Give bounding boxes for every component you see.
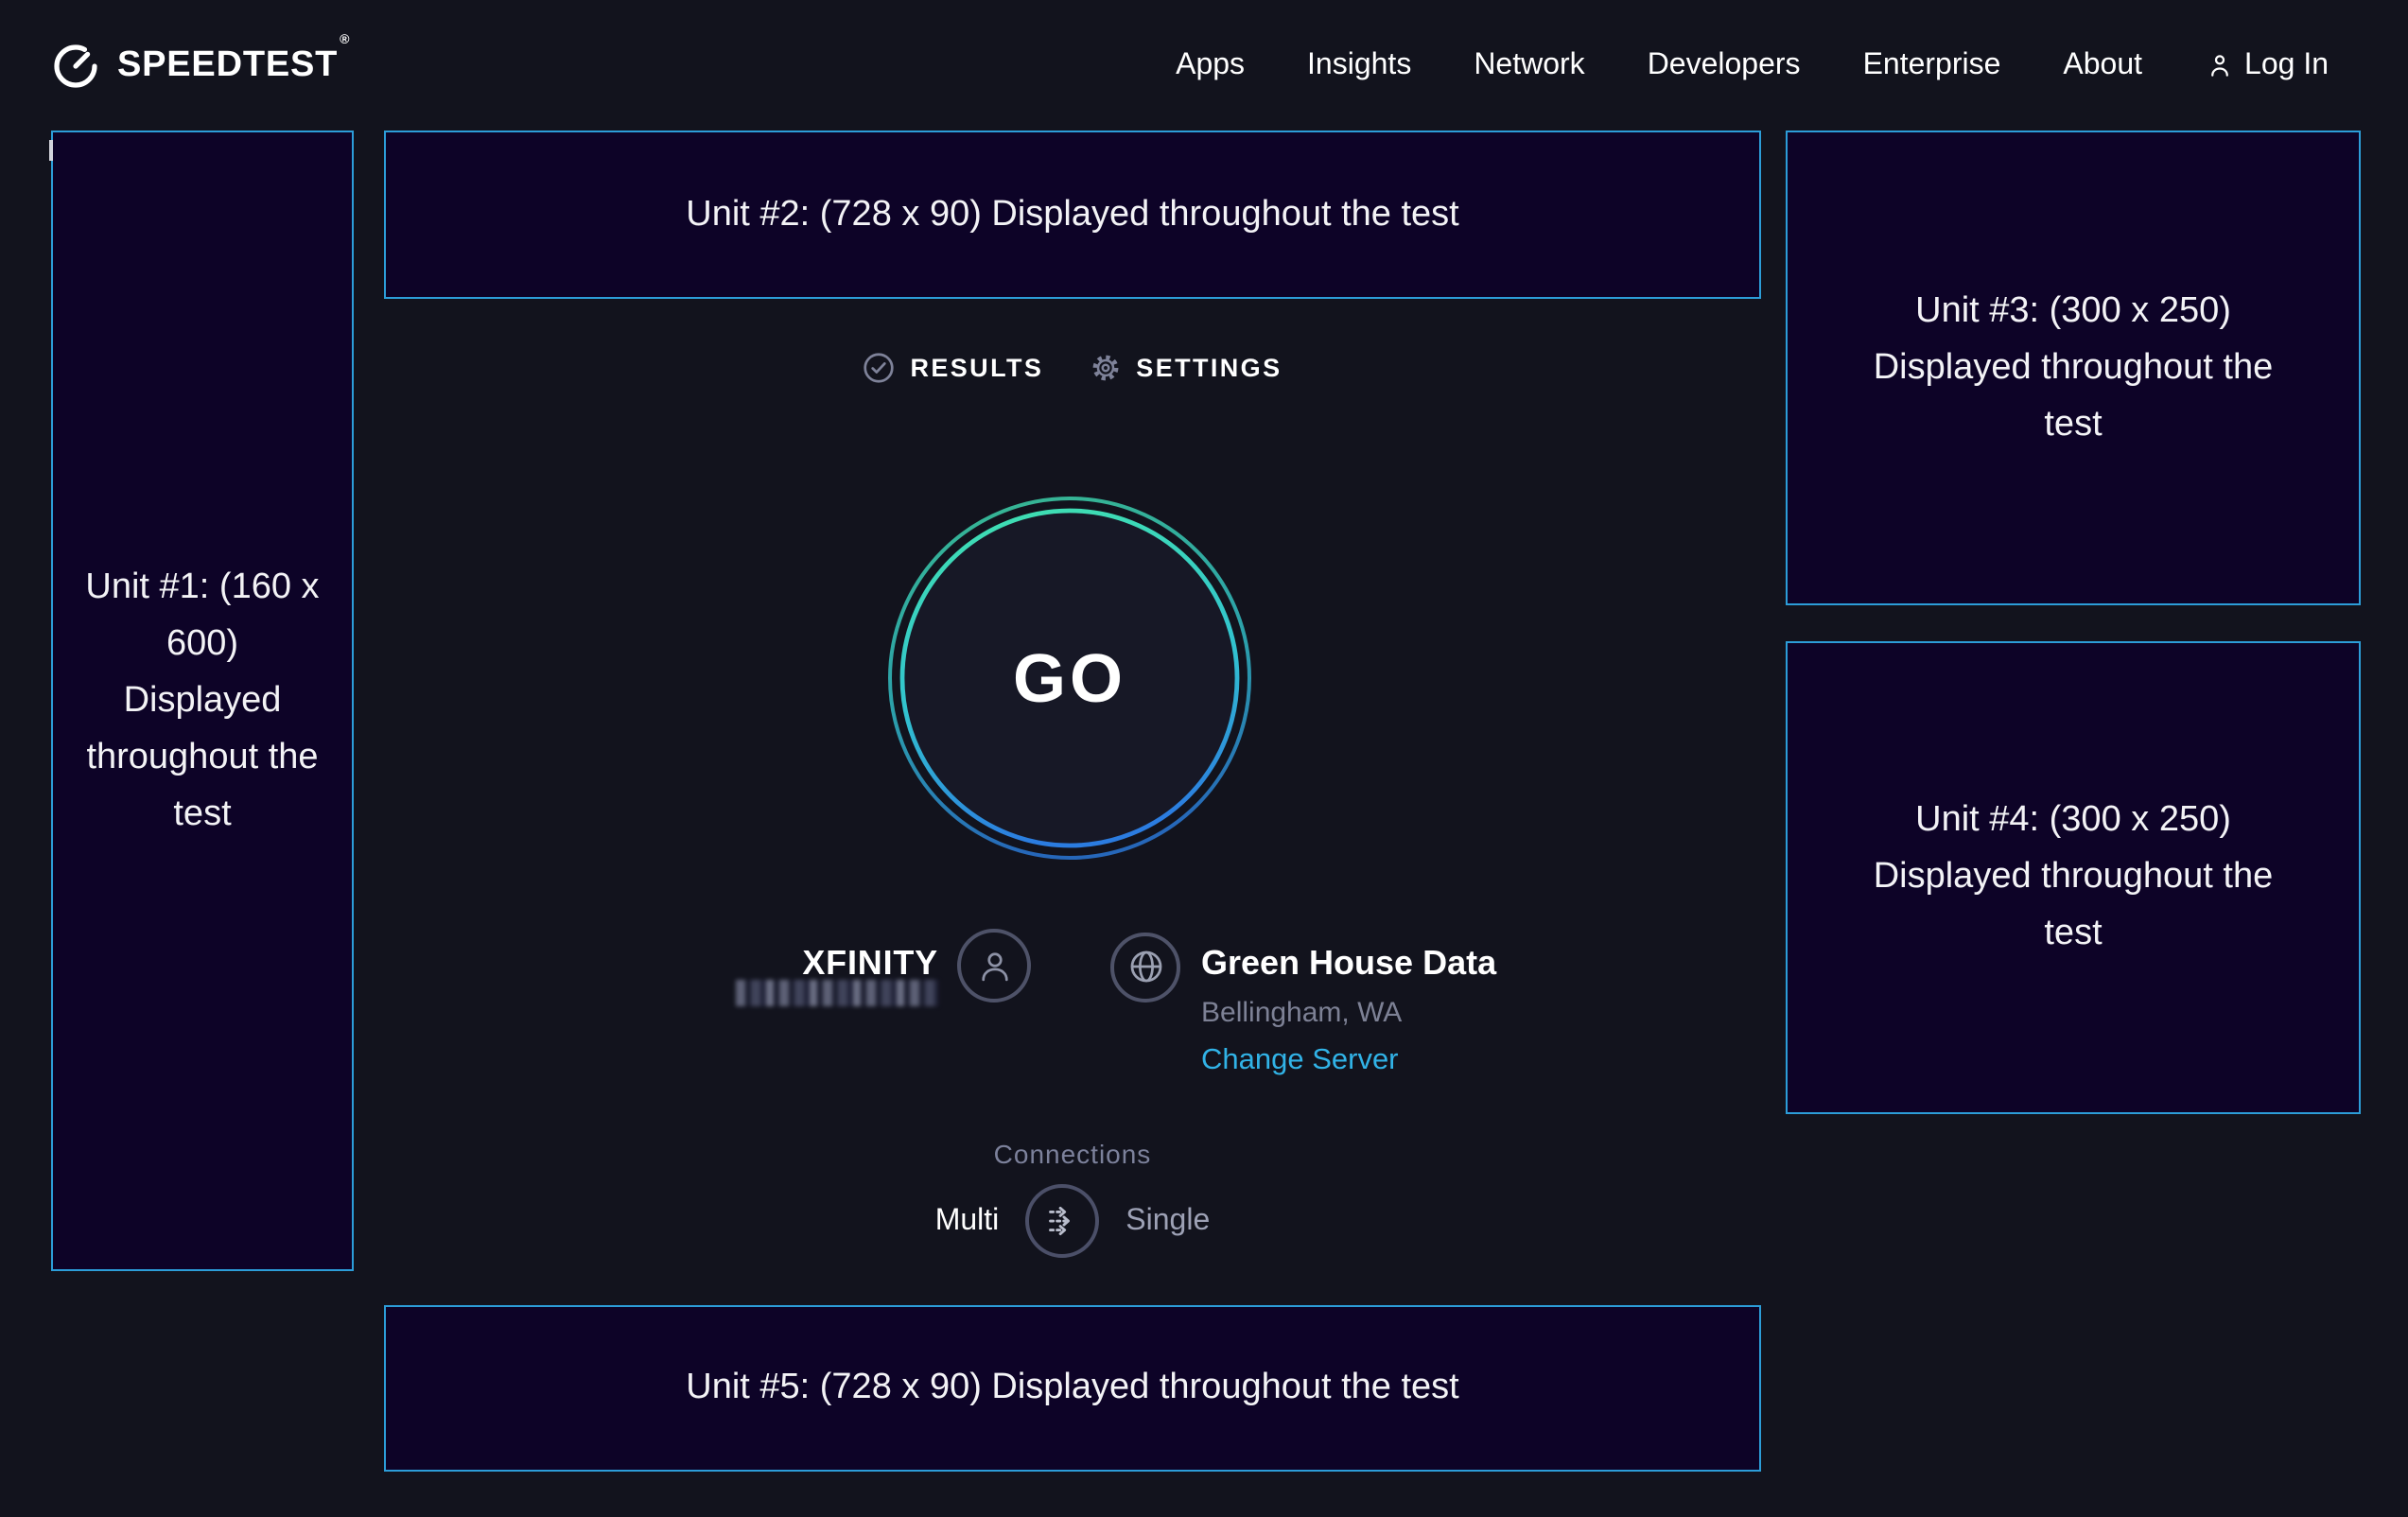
- results-settings-tabs: RESULTS SETTINGS: [384, 348, 1761, 386]
- nav-item-apps[interactable]: Apps: [1176, 48, 1245, 82]
- connections-option-single[interactable]: Single: [1125, 1204, 1210, 1238]
- tab-results-label: RESULTS: [910, 353, 1043, 381]
- ad-unit-4-rectangle[interactable]: Unit #4: (300 x 250) Displayed throughou…: [1786, 641, 2361, 1114]
- gear-icon: [1089, 351, 1121, 383]
- main-nav: Apps Insights Network Developers Enterpr…: [1176, 48, 2329, 82]
- brand-name: SPEEDTEST®: [117, 44, 348, 86]
- connection-mode-toggle[interactable]: [1025, 1184, 1099, 1258]
- login-button[interactable]: Log In: [2205, 48, 2329, 82]
- isp-user-badge: [957, 929, 1031, 1003]
- ad-unit-label: Unit #4: (300 x 250) Displayed throughou…: [1871, 793, 2276, 963]
- server-info: Green House Data Bellingham, WA Change S…: [1201, 944, 1496, 1078]
- nav-item-about[interactable]: About: [2063, 48, 2142, 82]
- nav-item-developers[interactable]: Developers: [1648, 48, 1801, 82]
- isp-name: XFINITY: [668, 944, 938, 984]
- ad-unit-1-skyscraper[interactable]: Unit #1: (160 x 600) Displayed throughou…: [51, 131, 354, 1271]
- go-button[interactable]: GO: [880, 488, 1260, 868]
- person-icon: [2205, 51, 2233, 79]
- tab-settings-label: SETTINGS: [1136, 353, 1282, 381]
- nav-item-enterprise[interactable]: Enterprise: [1863, 48, 2001, 82]
- nav-item-insights[interactable]: Insights: [1307, 48, 1411, 82]
- connections-option-multi[interactable]: Multi: [935, 1204, 1000, 1238]
- server-name: Green House Data: [1201, 944, 1496, 984]
- connections-toggle-row: Multi Single: [384, 1182, 1761, 1260]
- globe-icon: [1125, 946, 1166, 987]
- connections-heading: Connections: [384, 1139, 1761, 1169]
- server-location: Bellingham, WA: [1201, 997, 1496, 1029]
- multi-connection-arrows-icon: [1040, 1199, 1084, 1243]
- tab-results[interactable]: RESULTS: [863, 351, 1043, 383]
- ad-unit-2-leaderboard[interactable]: Unit #2: (728 x 90) Displayed throughout…: [384, 131, 1761, 299]
- speedometer-gauge-icon: [51, 41, 100, 90]
- ad-unit-5-leaderboard[interactable]: Unit #5: (728 x 90) Displayed throughout…: [384, 1305, 1761, 1472]
- tab-settings[interactable]: SETTINGS: [1089, 351, 1282, 383]
- isp-ip-redacted: [736, 980, 938, 1006]
- change-server-link[interactable]: Change Server: [1201, 1044, 1496, 1078]
- ad-unit-3-rectangle[interactable]: Unit #3: (300 x 250) Displayed throughou…: [1786, 131, 2361, 605]
- login-label: Log In: [2244, 48, 2329, 82]
- speedtest-logo[interactable]: SPEEDTEST®: [51, 41, 348, 90]
- ad-unit-label: Unit #5: (728 x 90) Displayed throughout…: [686, 1360, 1459, 1417]
- check-circle-icon: [863, 351, 895, 383]
- scrollbar-artifact: [48, 140, 52, 161]
- nav-item-network[interactable]: Network: [1474, 48, 1584, 82]
- go-button-label: GO: [880, 488, 1260, 868]
- ad-unit-label: Unit #3: (300 x 250) Displayed throughou…: [1871, 283, 2276, 453]
- top-nav-bar: SPEEDTEST® Apps Insights Network Develop…: [0, 0, 2408, 131]
- user-icon: [973, 945, 1015, 986]
- trademark-mark: ®: [340, 33, 350, 46]
- speedtest-page: SPEEDTEST® Apps Insights Network Develop…: [0, 0, 2408, 1517]
- connection-info-row: XFINITY Green House Data Bellingham, WA …: [384, 923, 1761, 1097]
- ad-unit-label: Unit #2: (728 x 90) Displayed throughout…: [686, 186, 1459, 243]
- ad-unit-label: Unit #1: (160 x 600) Displayed throughou…: [85, 559, 320, 843]
- server-globe-badge: [1110, 932, 1180, 1002]
